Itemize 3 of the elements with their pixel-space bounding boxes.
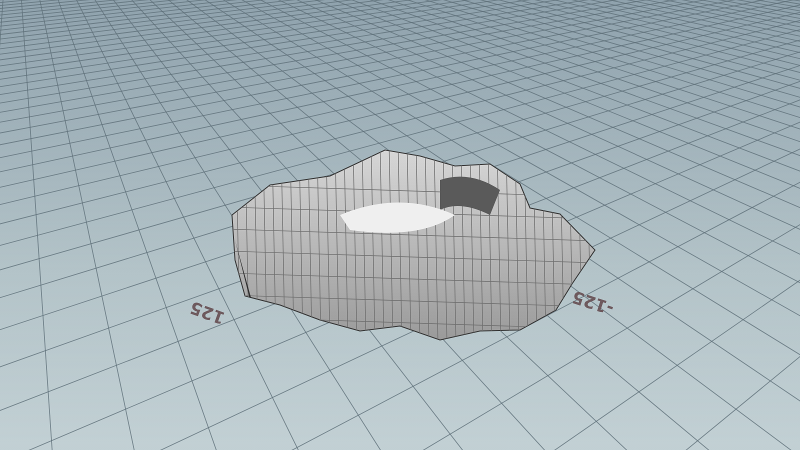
grid-label: 125 bbox=[188, 296, 228, 328]
grid-label: -125 bbox=[570, 286, 617, 318]
viewport-grid-floor[interactable]: 125 -125 bbox=[0, 0, 800, 450]
